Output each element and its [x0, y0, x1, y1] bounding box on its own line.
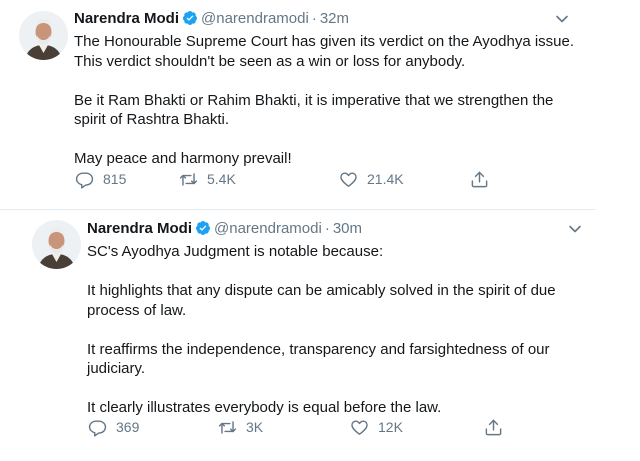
tweet-paragraph: Be it Ram Bhakti or Rahim Bhakti, it is …: [74, 91, 554, 129]
reply-button[interactable]: 369: [88, 417, 139, 437]
tweet-header: Narendra Modi @narendramodi · 32m: [74, 9, 349, 29]
author-handle[interactable]: @narendramodi: [214, 220, 322, 237]
tweet-text: SC's Ayodhya Judgment is notable because…: [87, 242, 567, 418]
retweet-button[interactable]: 5.4K: [179, 169, 236, 189]
share-icon: [471, 171, 488, 187]
tweet-time[interactable]: 30m: [333, 220, 362, 237]
author-handle[interactable]: @narendramodi: [201, 10, 309, 27]
tweet-text: The Honourable Supreme Court has given i…: [74, 32, 574, 169]
tweet-paragraph: It reaffirms the independence, transpare…: [87, 340, 550, 378]
reply-button[interactable]: 815: [75, 169, 126, 189]
tweet-header: Narendra Modi @narendramodi · 30m: [87, 219, 362, 239]
tweet-time[interactable]: 32m: [320, 10, 349, 27]
tweet-actions: 815 5.4K 21.4K: [74, 169, 504, 189]
reply-count: 369: [116, 419, 140, 435]
heart-icon: [351, 419, 368, 435]
share-button[interactable]: [470, 169, 498, 189]
tweet[interactable]: Narendra Modi @narendramodi · 32m The Honou…: [0, 0, 596, 209]
author-name[interactable]: Narendra Modi: [74, 10, 179, 27]
like-button[interactable]: 21.4K: [339, 169, 404, 189]
retweet-icon: [218, 420, 237, 434]
reply-icon: [88, 419, 107, 437]
tweet-paragraph: May peace and harmony prevail!: [74, 150, 292, 167]
like-button[interactable]: 12K: [350, 417, 403, 437]
like-count: 21.4K: [367, 171, 404, 187]
tweet-actions: 369 3K 12K: [87, 417, 517, 437]
retweet-count: 5.4K: [207, 171, 236, 187]
tweet-paragraph: SC's Ayodhya Judgment is notable because…: [87, 243, 384, 260]
separator-dot: ·: [324, 220, 330, 237]
share-button[interactable]: [484, 417, 512, 437]
reply-icon: [75, 171, 94, 189]
author-name[interactable]: Narendra Modi: [87, 220, 192, 237]
share-icon: [485, 419, 502, 435]
retweet-button[interactable]: 3K: [218, 417, 263, 437]
retweet-count: 3K: [246, 419, 264, 435]
chevron-down-icon[interactable]: [567, 221, 583, 237]
reply-count: 815: [103, 171, 127, 187]
tweet-feed: Narendra Modi @narendramodi · 32m The Honou…: [0, 0, 640, 461]
tweet[interactable]: Narendra Modi @narendramodi · 30m SC's Ayod…: [0, 210, 596, 461]
heart-icon: [340, 171, 357, 187]
avatar[interactable]: [32, 220, 81, 269]
retweet-icon: [179, 172, 198, 186]
separator-dot: ·: [311, 10, 317, 27]
avatar[interactable]: [19, 11, 68, 60]
verified-badge-icon: [195, 220, 211, 242]
tweet-paragraph: The Honourable Supreme Court has given i…: [74, 33, 575, 70]
like-count: 12K: [378, 419, 403, 435]
verified-badge-icon: [182, 10, 198, 32]
chevron-down-icon[interactable]: [554, 11, 570, 27]
tweet-paragraph: It clearly illustrates everybody is equa…: [87, 399, 442, 416]
tweet-paragraph: It highlights that any dispute can be am…: [87, 282, 556, 319]
